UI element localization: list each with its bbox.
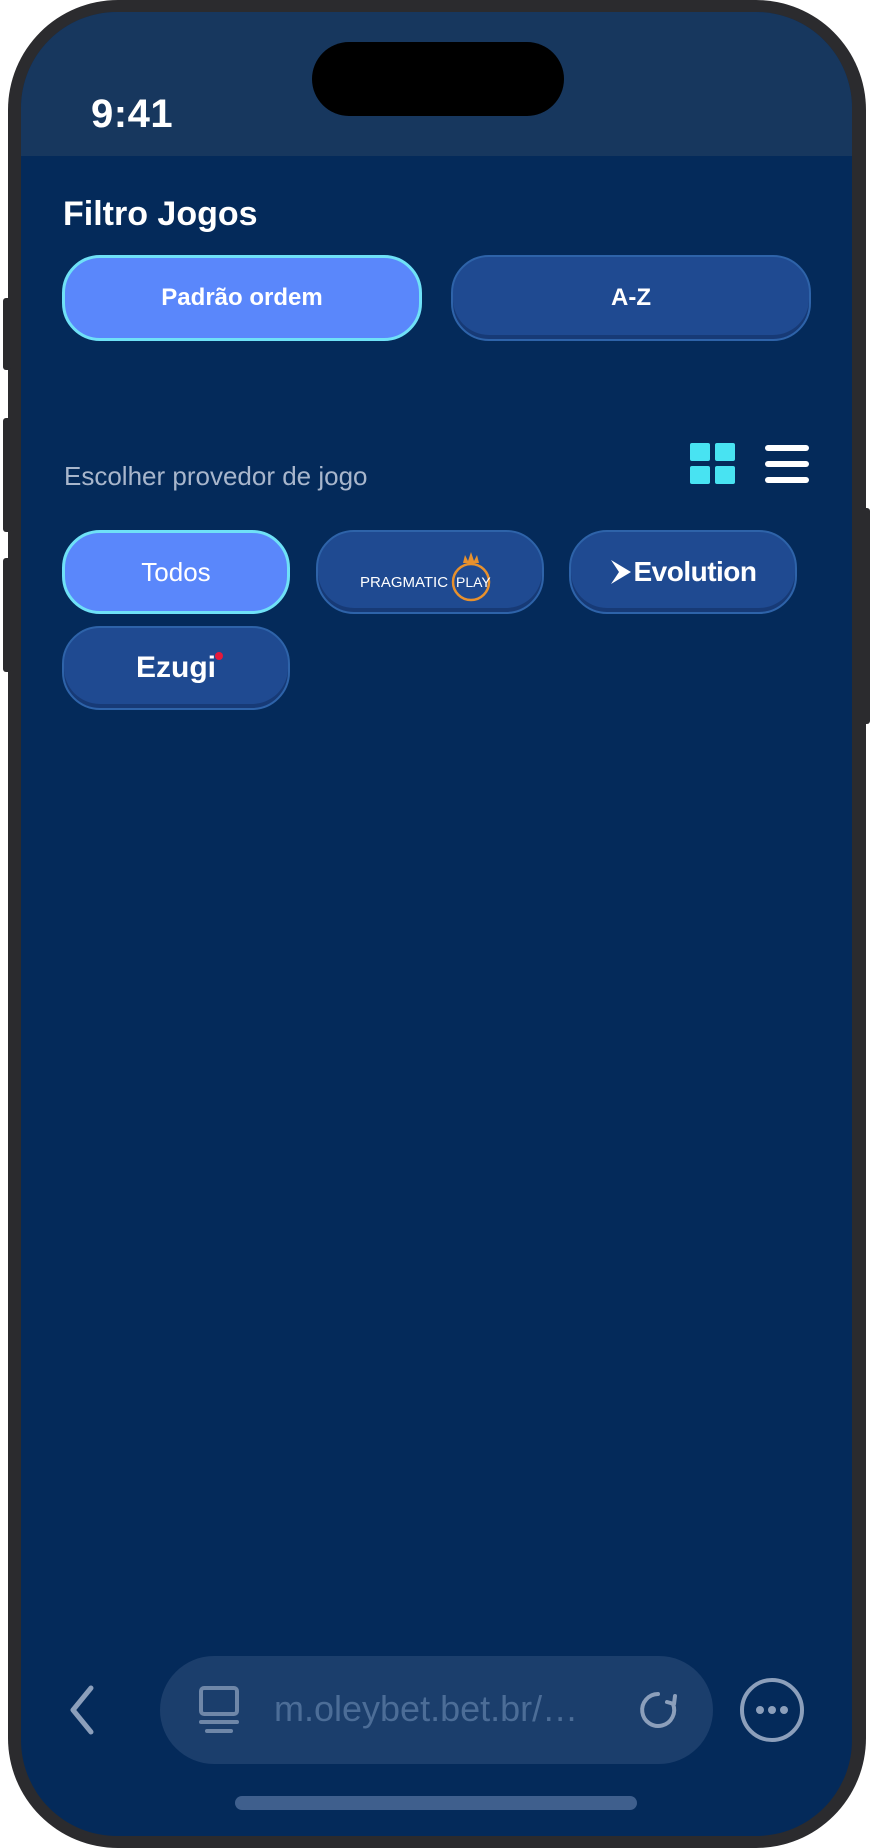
- list-view-button[interactable]: [765, 443, 809, 485]
- sort-az-button[interactable]: A-Z: [451, 255, 811, 341]
- provider-ezugi-button[interactable]: Ezugi: [62, 626, 290, 710]
- provider-todos-label: Todos: [141, 556, 211, 587]
- evolution-logo-text: Evolution: [633, 556, 757, 587]
- provider-todos-button[interactable]: Todos: [62, 530, 290, 614]
- home-indicator[interactable]: [235, 1796, 637, 1810]
- reload-icon[interactable]: [638, 1690, 678, 1730]
- dynamic-island: [312, 42, 564, 116]
- play-logo-text: PLAY: [456, 574, 491, 590]
- ezugi-logo: Ezugi: [136, 651, 223, 685]
- browser-more-button[interactable]: [739, 1677, 805, 1743]
- grid-icon: [690, 443, 735, 484]
- provider-section-label: Escolher provedor de jogo: [64, 461, 368, 491]
- sort-default-label: Padrão ordem: [161, 284, 323, 311]
- status-bar: 9:41: [21, 12, 852, 156]
- side-button-silent: [3, 298, 11, 370]
- url-text: m.oleybet.bet.br/…: [274, 1688, 579, 1729]
- provider-pragmatic-play-button[interactable]: PRAGMATIC PLAY: [316, 530, 544, 614]
- grid-view-button[interactable]: [690, 443, 736, 485]
- status-time: 9:41: [91, 92, 174, 136]
- chevron-left-icon: [70, 1685, 94, 1735]
- browser-back-button[interactable]: [61, 1680, 105, 1740]
- evolution-logo: Evolution: [609, 556, 757, 588]
- list-icon: [765, 445, 809, 483]
- more-icon: [740, 1678, 804, 1742]
- ezugi-logo-text: Ezugi: [136, 651, 216, 684]
- sort-az-label: A-Z: [611, 284, 651, 311]
- evolution-mark-icon: [611, 560, 632, 584]
- pragmatic-logo-text: PRAGMATIC: [360, 574, 448, 591]
- screen: 9:41 Filtro Jogos Padrão ordem A-Z Escol…: [21, 12, 852, 1836]
- tabs-icon: [199, 1686, 239, 1733]
- side-button-volume-up: [3, 418, 11, 532]
- side-button-power: [862, 508, 870, 724]
- provider-evolution-button[interactable]: Evolution: [569, 530, 797, 614]
- side-button-volume-down: [3, 558, 11, 672]
- sort-default-button[interactable]: Padrão ordem: [62, 255, 422, 341]
- filter-title: Filtro Jogos: [63, 195, 258, 233]
- ezugi-red-dot: [215, 652, 223, 660]
- address-bar[interactable]: m.oleybet.bet.br/…: [160, 1656, 713, 1764]
- pragmatic-play-logo: PRAGMATIC PLAY: [360, 552, 491, 602]
